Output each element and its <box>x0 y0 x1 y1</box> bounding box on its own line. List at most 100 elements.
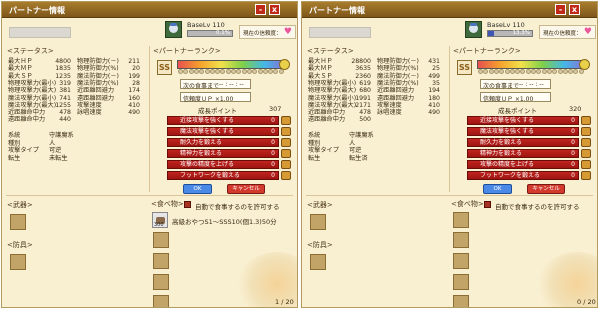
info-value: 守護魔系 <box>49 132 74 139</box>
stat-value: 2360 <box>355 72 371 80</box>
ok-button[interactable]: OK <box>183 184 212 194</box>
growth-button[interactable]: 攻撃の精度を上げる 0 <box>467 160 579 169</box>
add-point-button[interactable] <box>281 149 291 158</box>
food-slot[interactable] <box>153 253 169 269</box>
auto-eat-label: 自動で食事するのを許可する <box>195 203 280 211</box>
growth-button[interactable]: 近接攻撃を強くする 0 <box>167 116 279 125</box>
add-point-button[interactable] <box>281 138 291 147</box>
rank-dot <box>268 69 274 74</box>
rank-dot <box>278 69 284 74</box>
growth-button-value: 0 <box>571 117 575 124</box>
growth-button-label: 近接攻撃を強くする <box>180 117 235 124</box>
stat-value: 500 <box>359 116 371 124</box>
growth-button[interactable]: フットワークを鍛える 0 <box>467 171 579 180</box>
add-point-button[interactable] <box>581 149 591 158</box>
growth-button-value: 0 <box>271 128 275 135</box>
growth-button[interactable]: 近接攻撃を強くする 0 <box>467 116 579 125</box>
rank-dot <box>552 69 558 74</box>
info-key: 種別 <box>308 139 321 147</box>
add-point-button[interactable] <box>581 138 591 147</box>
minimize-button[interactable]: - <box>555 4 566 15</box>
title-bar[interactable]: パートナー情報 - x <box>302 2 597 18</box>
base-level: BaseLv 110 <box>487 21 525 29</box>
food-slot[interactable] <box>453 253 469 269</box>
food-slot[interactable] <box>153 274 169 290</box>
stat-name: 遠距離回避力 <box>77 94 115 102</box>
ok-button[interactable]: OK <box>483 184 512 194</box>
stat-value: 319 <box>59 79 71 87</box>
growth-button[interactable]: フットワークを鍛える 0 <box>167 171 279 180</box>
growth-points-value: 307 <box>269 105 282 113</box>
stat-value: 1235 <box>55 72 71 80</box>
rank-icon: SS <box>157 60 172 75</box>
stat-value: 490 <box>128 109 140 117</box>
add-point-button[interactable] <box>281 171 291 180</box>
food-header: <食べ物> <box>451 200 484 208</box>
growth-button[interactable]: 攻撃の精度を上げる 0 <box>167 160 279 169</box>
rank-dot <box>199 69 205 74</box>
add-point-button[interactable] <box>581 127 591 136</box>
add-point-button[interactable] <box>581 116 591 125</box>
rank-dot <box>183 69 189 74</box>
minimize-button[interactable]: - <box>255 4 266 15</box>
food-slot[interactable] <box>453 212 469 228</box>
rank-dot <box>478 69 483 74</box>
trust-label: 現在の信頼度： <box>543 31 582 37</box>
stat-value: 1255 <box>55 101 71 109</box>
food-slot[interactable] <box>453 274 469 290</box>
food-slot[interactable] <box>153 295 169 307</box>
stat-value: 410 <box>428 101 440 109</box>
rank-dot <box>483 69 489 74</box>
add-point-button[interactable] <box>281 127 291 136</box>
food-slot[interactable] <box>153 232 169 248</box>
trust-up-field: 信頼度ＵＰ ×1.00 <box>180 92 251 103</box>
window-title: パートナー情報 <box>9 6 65 15</box>
auto-eat-checkbox[interactable] <box>184 201 191 208</box>
rank-dot <box>493 69 499 74</box>
heart-icon: ♥ <box>283 27 292 37</box>
next-meal-value: -- : -- : -- <box>519 81 544 88</box>
title-bar[interactable]: パートナー情報 - x <box>2 2 297 18</box>
food-slot[interactable] <box>453 295 469 307</box>
cancel-button[interactable]: キャンセル <box>527 184 565 194</box>
add-point-button[interactable] <box>281 116 291 125</box>
rank-dot <box>236 69 242 74</box>
close-icon[interactable]: x <box>569 4 580 15</box>
stat-name: 攻撃速度 <box>77 101 102 109</box>
food-item-name: 高級おやつS1～SSS10(個1.3)50分 <box>172 218 277 226</box>
growth-button-value: 0 <box>271 172 275 179</box>
growth-button[interactable]: 耐久力を鍛える 0 <box>167 138 279 147</box>
trust-up-label: 信頼度ＵＰ ×1.00 <box>183 96 234 103</box>
food-slot[interactable] <box>453 232 469 248</box>
growth-button-value: 0 <box>571 161 575 168</box>
info-value: 人 <box>349 139 356 147</box>
armor-slot[interactable] <box>310 254 326 270</box>
stat-name: 最大ＳＰ <box>308 72 333 80</box>
cancel-button[interactable]: キャンセル <box>227 184 265 194</box>
growth-button[interactable]: 耐久力を鍛える 0 <box>467 138 579 147</box>
next-meal-label: 次の食事まで <box>483 83 520 90</box>
stat-value: 199 <box>128 72 140 80</box>
growth-button-value: 0 <box>271 117 275 124</box>
add-point-button[interactable] <box>581 171 591 180</box>
stat-name: 詠唱速度 <box>377 109 402 117</box>
rank-dot <box>204 69 210 74</box>
close-icon[interactable]: x <box>269 4 280 15</box>
weapon-slot[interactable] <box>10 214 26 230</box>
add-point-button[interactable] <box>281 160 291 169</box>
growth-button[interactable]: 魔法攻撃を強くする 0 <box>467 127 579 136</box>
weapon-slot[interactable] <box>310 214 326 230</box>
stat-name: 詠唱速度 <box>77 109 102 117</box>
rank-dot <box>568 69 574 74</box>
food-item-icon[interactable]: 300 <box>152 212 168 228</box>
growth-button[interactable]: 魔法攻撃を強くする 0 <box>167 127 279 136</box>
growth-button[interactable]: 精神力を鍛える 0 <box>467 149 579 158</box>
armor-slot[interactable] <box>10 254 26 270</box>
info-key: 種別 <box>8 139 21 147</box>
auto-eat-checkbox[interactable] <box>484 201 491 208</box>
auto-eat-label: 自動で食事するのを許可する <box>495 203 580 211</box>
add-point-button[interactable] <box>581 160 591 169</box>
rank-gauge <box>477 59 590 70</box>
growth-button[interactable]: 精神力を鍛える 0 <box>167 149 279 158</box>
info-key: 攻撃タイプ <box>8 147 39 154</box>
